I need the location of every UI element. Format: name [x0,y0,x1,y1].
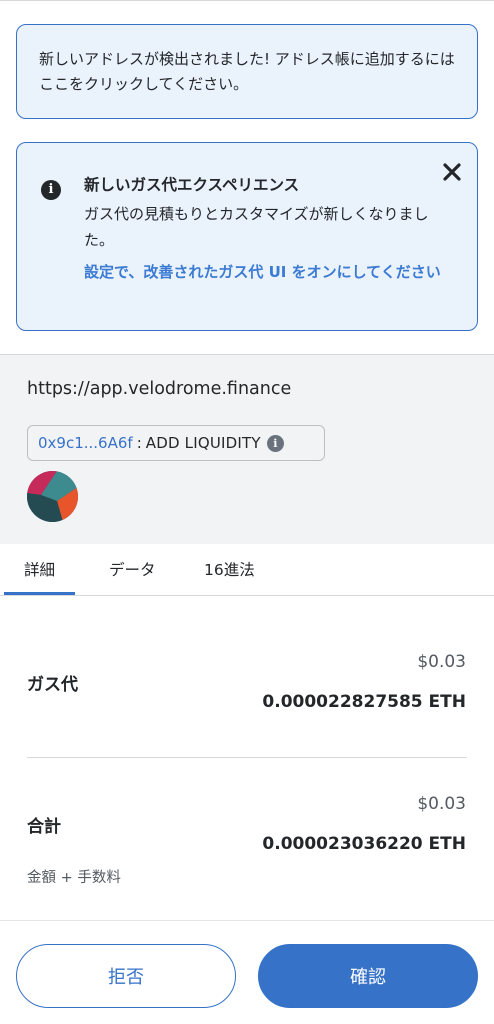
info-icon: i [41,180,61,200]
site-identicon [27,471,78,522]
origin-url: https://app.velodrome.finance [27,379,292,399]
total-label: 合計 [27,817,61,837]
tab-hex[interactable]: 16進法 [204,558,255,580]
row-divider [27,757,467,758]
tab-data[interactable]: データ [109,558,156,580]
method-info-icon[interactable]: i [266,434,284,452]
contract-method-pill: 0x9c1...6A6f : ADD LIQUIDITY i [27,425,325,461]
tab-bar: 詳細 データ 16進法 [0,544,494,596]
total-usd: $0.03 [417,794,466,814]
origin-section: https://app.velodrome.finance 0x9c1...6A… [0,354,494,544]
gas-fee-usd: $0.03 [417,652,466,672]
gas-banner-description: ガス代の見積もりとカスタマイズが新しくなりました。 [84,205,429,249]
contract-address-link[interactable]: 0x9c1...6A6f [38,434,133,452]
gas-experience-banner: i 新しいガス代エクスペリエンス ガス代の見積もりとカスタマイズが新しくなりまし… [16,142,478,331]
gas-banner-title: 新しいガス代エクスペリエンス [84,176,300,194]
total-sublabel: 金額 + 手数料 [27,870,121,886]
confirm-button[interactable]: 確認 [258,944,478,1008]
new-address-text[interactable]: 新しいアドレスが検出されました! アドレス帳に追加するにはここをクリックしてくだ… [39,47,457,97]
gas-fee-label: ガス代 [27,675,78,695]
contract-separator: : [136,434,142,452]
tab-details[interactable]: 詳細 [24,558,55,580]
gas-fee-eth: 0.000022827585 ETH [262,692,466,712]
contract-method-name: ADD LIQUIDITY [145,434,261,452]
new-address-banner[interactable]: 新しいアドレスが検出されました! アドレス帳に追加するにはここをクリックしてくだ… [16,24,478,119]
total-eth: 0.000023036220 ETH [262,834,466,854]
footer-divider [0,920,494,921]
active-tab-indicator [4,592,75,595]
top-divider [0,0,494,1]
reject-button[interactable]: 拒否 [16,944,236,1008]
enable-gas-ui-link[interactable]: 設定で、改善されたガス代 UI をオンにしてください [84,259,456,285]
close-icon[interactable] [441,161,463,183]
